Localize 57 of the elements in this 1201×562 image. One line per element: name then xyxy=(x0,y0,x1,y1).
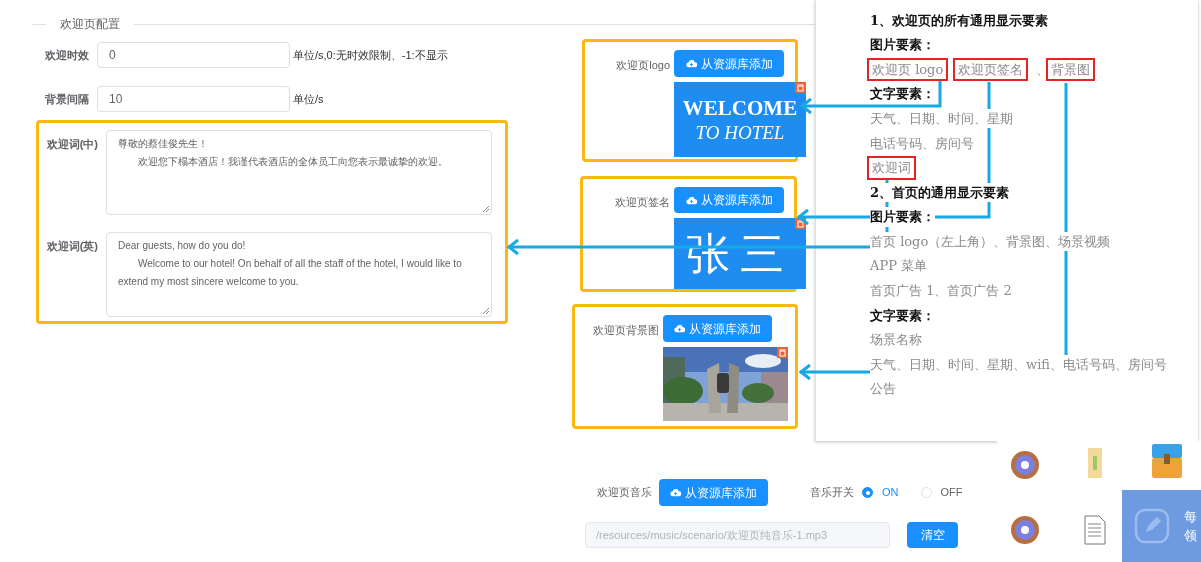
radio-option[interactable]: ON xyxy=(862,484,899,501)
field-label: 欢迎词(英) xyxy=(45,239,99,254)
switch-label: 音乐开关 xyxy=(810,485,854,501)
field-label: 欢迎页logo xyxy=(615,58,671,73)
add-from-library-button[interactable]: 从资源库添加 xyxy=(663,315,772,342)
cloud-upload-icon xyxy=(670,488,681,497)
doc-heading: 1、欢迎页的所有通用显示要素 xyxy=(870,10,1049,31)
cloud-upload-icon xyxy=(674,324,685,333)
app-icon xyxy=(1152,444,1182,478)
field-label: 欢迎页音乐 xyxy=(597,485,653,501)
widget-text: 领 xyxy=(1184,529,1197,542)
add-from-library-button[interactable]: 从资源库添加 xyxy=(659,479,768,506)
floating-widget[interactable]: 每 领 xyxy=(1122,490,1201,562)
resize-handle-icon[interactable] xyxy=(482,205,489,212)
folder-icon xyxy=(1088,448,1102,478)
disc-icon xyxy=(1010,450,1040,480)
resize-handle-icon[interactable] xyxy=(482,307,489,314)
doc-text: 天气、日期、时间、星期、wifi、电话号码、房间号 xyxy=(870,354,1167,375)
doc-text: 欢迎词 xyxy=(867,156,916,180)
delete-icon[interactable] xyxy=(777,347,788,358)
disc-icon xyxy=(1010,515,1040,545)
clear-button[interactable]: 清空 xyxy=(907,522,958,548)
field-hint: 单位/s xyxy=(292,91,324,107)
add-from-library-button[interactable]: 从资源库添加 xyxy=(674,187,784,214)
text-area[interactable]: 尊敬的蔡佳俊先生！ 欢迎您下榻本酒店！我谨代表酒店的全体员工向您表示最诚挚的欢迎。 xyxy=(106,130,492,215)
doc-heading: 图片要素： xyxy=(870,207,935,227)
doc-text: 背景图 xyxy=(1046,57,1096,82)
doc-text: 欢迎页 logo xyxy=(867,57,949,82)
doc-text: 欢迎页签名 xyxy=(953,57,1029,82)
text-line: 欢迎您下榻本酒店！我谨代表酒店的全体员工向您表示最诚挚的欢迎。 xyxy=(137,155,449,169)
delete-icon[interactable] xyxy=(795,218,806,230)
text-line: 尊敬的蔡佳俊先生！ xyxy=(118,137,209,151)
text-line: Dear guests, how do you do! xyxy=(118,239,247,253)
text-line: Welcome to our hotel! On behalf of all the staff of the hotel, I would like to extend my most sincere welcome to you. xyxy=(118,257,463,289)
delete-icon[interactable] xyxy=(795,82,806,93)
number-field[interactable]: 0 xyxy=(97,42,290,68)
section-title: 欢迎页配置 xyxy=(59,16,121,33)
number-field[interactable]: 10 xyxy=(97,86,290,112)
doc-text: 首页 logo（左上角）、背景图、场景视频 xyxy=(870,231,1111,252)
add-from-library-button[interactable]: 从资源库添加 xyxy=(674,50,784,77)
field-hint: 单位/s,0:无时效限制、-1:不显示 xyxy=(292,47,448,63)
doc-text: 天气、日期、时间、星期 xyxy=(870,108,1013,129)
pencil-icon xyxy=(1134,508,1170,544)
text-area[interactable]: Dear guests, how do you do! Welcome to our hotel! On behalf of all the staff of the hotel, I would like to extend my most sincere welcome to you. xyxy=(106,232,492,317)
field-label: 欢迎时效 xyxy=(44,47,90,63)
field-label: 欢迎页签名 xyxy=(614,195,671,210)
radio-option[interactable]: OFF xyxy=(920,484,963,501)
document-icon xyxy=(1084,515,1106,545)
field-label: 欢迎页背景图 xyxy=(592,323,660,338)
cloud-upload-icon xyxy=(685,195,697,205)
field-label: 欢迎词(中) xyxy=(45,137,99,152)
field-label: 背景间隔 xyxy=(44,91,90,107)
widget-text: 每 xyxy=(1184,510,1197,523)
logo-text: WELCOME xyxy=(682,97,798,119)
logo-text: TO HOTEL xyxy=(695,122,785,142)
cloud-upload-icon xyxy=(685,59,697,68)
doc-heading: 2、首页的通用显示要素 xyxy=(870,182,1010,203)
